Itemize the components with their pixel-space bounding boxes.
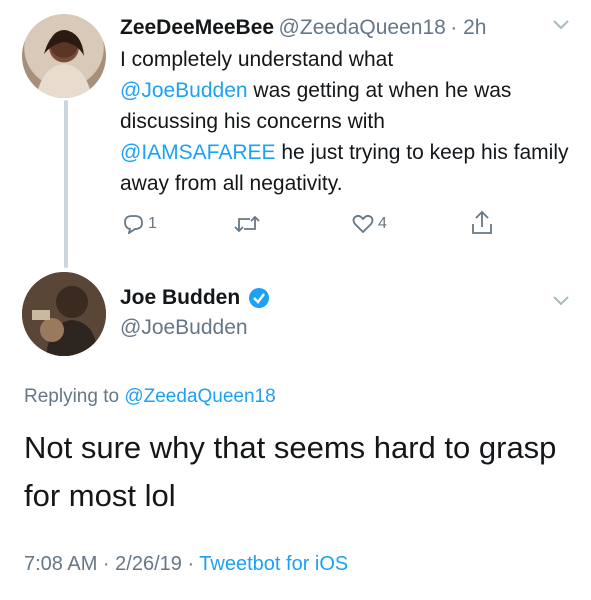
replying-to: Replying to @ZeedaQueen18 — [24, 386, 276, 408]
client-link[interactable]: Tweetbot for iOS — [199, 553, 348, 575]
timestamp[interactable]: 7:08 AM · 2/26/19 · — [24, 553, 199, 575]
avatar-photo — [36, 30, 92, 98]
verified-badge-icon — [249, 288, 270, 308]
like-count: 4 — [378, 215, 387, 232]
heart-icon — [352, 214, 374, 234]
retweet-button[interactable] — [234, 214, 264, 234]
mention-link[interactable]: @JoeBudden — [120, 79, 248, 102]
like-button[interactable]: 4 — [352, 214, 387, 234]
display-name[interactable]: Joe Budden — [120, 286, 240, 310]
share-icon — [472, 210, 492, 234]
tweet-meta: 7:08 AM · 2/26/19 · Tweetbot for iOS — [24, 553, 348, 576]
tweet-time[interactable]: · 2h — [450, 16, 486, 39]
mention-link[interactable]: @IAMSAFAREE — [120, 141, 276, 164]
avatar-zeedeemeebee[interactable] — [22, 14, 106, 98]
replying-to-link[interactable]: @ZeedaQueen18 — [124, 386, 275, 407]
chevron-down-icon[interactable] — [552, 294, 570, 312]
reply-count: 1 — [148, 215, 157, 232]
avatar-joe-budden[interactable] — [22, 272, 106, 356]
display-name[interactable]: ZeeDeeMeeBee — [120, 16, 274, 39]
handle[interactable]: @ZeedaQueen18 — [279, 16, 446, 39]
thread-line — [64, 100, 68, 268]
chevron-down-icon[interactable] — [552, 18, 570, 36]
handle[interactable]: @JoeBudden — [120, 316, 248, 340]
main-tweet-name-row: Joe Budden — [120, 286, 270, 310]
replying-prefix: Replying to — [24, 386, 120, 407]
reply-button[interactable]: 1 — [122, 214, 157, 234]
parent-tweet-header: ZeeDeeMeeBee @ZeedaQueen18 · 2h — [120, 16, 486, 40]
tweet-text-part: I completely understand what — [120, 48, 394, 71]
parent-tweet-text: I completely understand what @JoeBudden … — [120, 44, 580, 199]
retweet-icon — [234, 215, 260, 233]
reply-icon — [124, 215, 143, 234]
main-tweet-text: Not sure why that seems hard to grasp fo… — [24, 430, 557, 513]
share-button[interactable] — [470, 210, 494, 236]
avatar-photo — [22, 272, 106, 356]
